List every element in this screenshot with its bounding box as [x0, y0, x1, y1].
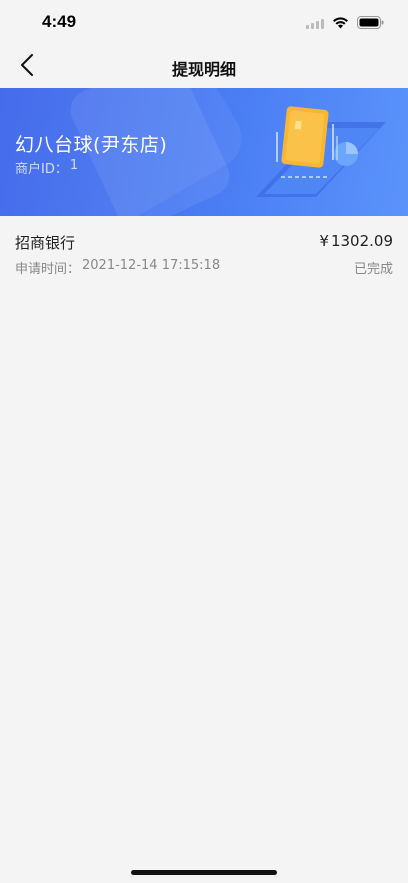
shop-name: 幻八台球(尹东店)	[15, 134, 168, 156]
merchant-id-label: 商户ID：	[15, 162, 68, 177]
wifi-icon	[332, 14, 349, 33]
merchant-id-value: 1	[69, 158, 79, 173]
battery-icon	[357, 14, 384, 33]
withdrawal-record[interactable]: 招商银行 ¥ 1302.09 申请时间： 2021-12-14 17:15:18…	[0, 216, 408, 280]
bank-name: 招商银行	[15, 234, 76, 252]
signal-icon	[306, 14, 324, 33]
apply-time-value: 2021-12-14 17:15:18	[82, 258, 221, 273]
page-title: 提现明细	[171, 60, 236, 79]
amount-value: 1302.09	[330, 232, 393, 250]
status-icons	[306, 14, 384, 33]
status-time: 4:49	[42, 12, 77, 31]
merchant-id: 商户ID： 1	[15, 158, 78, 177]
wallet-illustration	[236, 102, 396, 212]
withdrawal-amount: ¥ 1302.09	[319, 232, 393, 250]
merchant-banner: 幻八台球(尹东店) 商户ID： 1	[0, 88, 408, 216]
nav-bar: 提现明细	[0, 46, 408, 88]
currency-symbol: ¥	[319, 232, 329, 250]
home-indicator	[131, 870, 277, 875]
status-bar: 4:49	[0, 0, 408, 46]
apply-time-label: 申请时间：	[15, 262, 81, 277]
status-badge: 已完成	[353, 262, 393, 277]
apply-time: 申请时间： 2021-12-14 17:15:18	[15, 258, 220, 277]
